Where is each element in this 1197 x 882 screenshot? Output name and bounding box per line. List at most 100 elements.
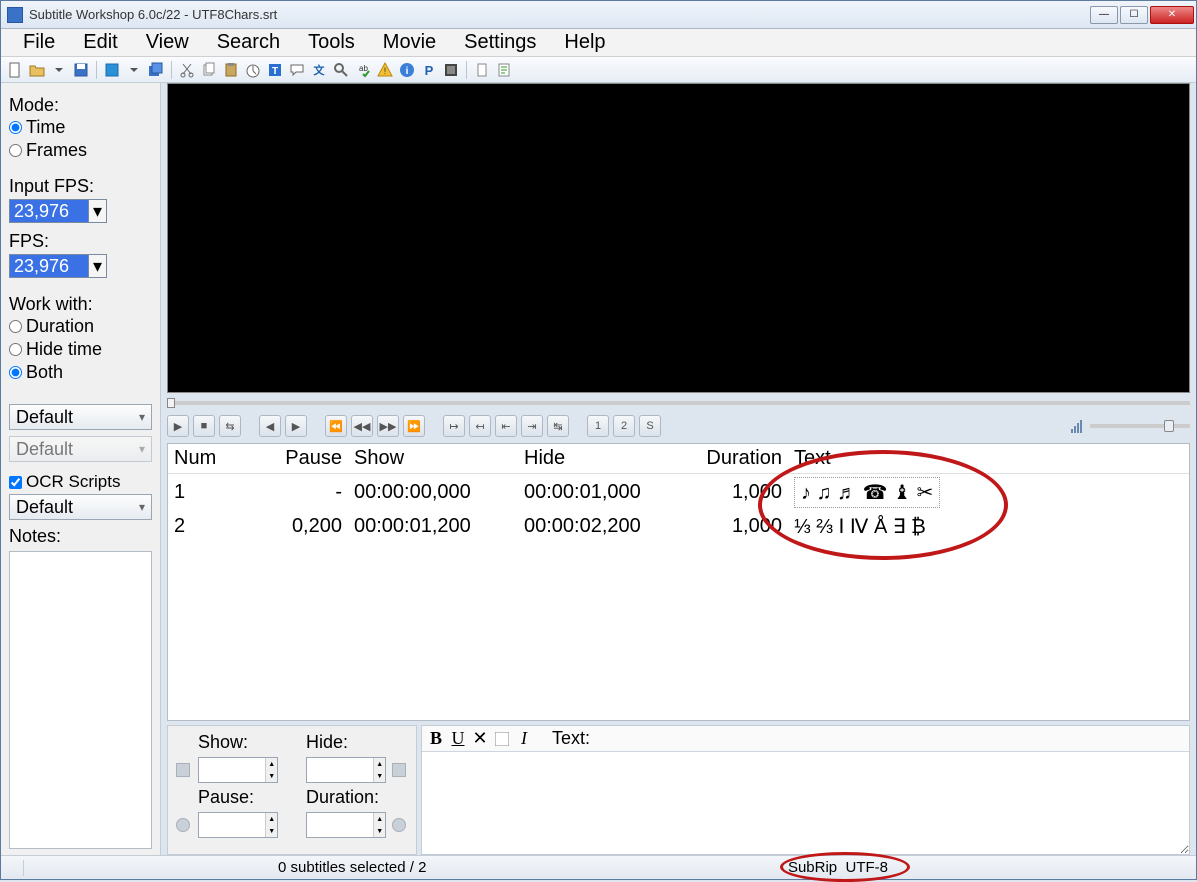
search-icon[interactable] [331, 60, 351, 80]
clipboard-icon[interactable] [472, 60, 492, 80]
player-controls: ▶ ■ ⇆ ◀ ▶ ⏪ ◀◀ ▶▶ ⏩ ↦ ↤ ⇤ ⇥ ↹ 1 2 S [167, 411, 1190, 441]
work-duration-radio[interactable]: Duration [9, 316, 152, 337]
prev-button[interactable]: ◀ [259, 415, 281, 437]
underline-button[interactable]: U [448, 729, 468, 749]
save-translate-dd-icon[interactable] [124, 60, 144, 80]
charset-combo[interactable]: Default [9, 404, 152, 430]
col-show[interactable]: Show [348, 444, 518, 474]
video-preview[interactable] [167, 83, 1190, 393]
titlebar: Subtitle Workshop 6.0c/22 - UTF8Chars.sr… [1, 1, 1196, 29]
timer-icon[interactable] [243, 60, 263, 80]
set-hide-icon[interactable] [392, 763, 406, 777]
text-textarea[interactable] [422, 752, 1189, 854]
film-icon[interactable] [441, 60, 461, 80]
sync-button[interactable]: S [639, 415, 661, 437]
col-hide[interactable]: Hide [518, 444, 688, 474]
next-button[interactable]: ▶ [285, 415, 307, 437]
duration-label: Duration: [306, 787, 408, 808]
open-file-icon[interactable] [27, 60, 47, 80]
marker-a-button[interactable]: ⇤ [495, 415, 517, 437]
duration-input[interactable]: ▲▼ [306, 812, 386, 838]
status-selection: 0 subtitles selected / 2 [278, 859, 426, 876]
notes-textarea[interactable] [9, 551, 152, 849]
speech-icon[interactable] [287, 60, 307, 80]
paste-icon[interactable] [221, 60, 241, 80]
status-format: SubRip [788, 859, 837, 876]
hide-label: Hide: [306, 732, 408, 753]
save-all-icon[interactable] [146, 60, 166, 80]
menu-movie[interactable]: Movie [369, 31, 450, 54]
note-icon[interactable] [494, 60, 514, 80]
col-num[interactable]: Num [168, 444, 238, 474]
col-dur[interactable]: Duration [688, 444, 788, 474]
menu-file[interactable]: File [9, 31, 69, 54]
save-translate-icon[interactable] [102, 60, 122, 80]
menu-tools[interactable]: Tools [294, 31, 369, 54]
back-button[interactable]: ◀◀ [351, 415, 373, 437]
open-dropdown-icon[interactable] [49, 60, 69, 80]
charset-combo-2[interactable]: Default [9, 436, 152, 462]
rewind-button[interactable]: ⏪ [325, 415, 347, 437]
pascal-p-icon[interactable]: P [419, 60, 439, 80]
text-t-icon[interactable]: T [265, 60, 285, 80]
toggle-button[interactable]: ⇆ [219, 415, 241, 437]
color-button[interactable] [492, 729, 512, 749]
text-editor: B U ✕ I Text: [421, 725, 1190, 855]
mode-time-radio[interactable]: Time [9, 117, 152, 138]
ffwd-button[interactable]: ⏩ [403, 415, 425, 437]
play-button[interactable]: ▶ [167, 415, 189, 437]
input-fps-field[interactable] [9, 199, 89, 223]
mode-frames-radio[interactable]: Frames [9, 140, 152, 161]
translate-icon[interactable]: 文 [309, 60, 329, 80]
italic-button[interactable]: I [514, 729, 534, 749]
statusbar: 0 subtitles selected / 2 SubRip UTF-8 [1, 855, 1196, 879]
menu-settings[interactable]: Settings [450, 31, 550, 54]
stop-button[interactable]: ■ [193, 415, 215, 437]
maximize-button[interactable]: ☐ [1120, 6, 1148, 24]
table-row[interactable]: 1-00:00:00,00000:00:01,0001,000♪ ♫ ♬ ☎ ♝… [168, 474, 1189, 512]
close-button[interactable]: ✕ [1150, 6, 1194, 24]
menu-view[interactable]: View [132, 31, 203, 54]
ocr-combo[interactable]: Default [9, 494, 152, 520]
menu-edit[interactable]: Edit [69, 31, 131, 54]
work-both-radio[interactable]: Both [9, 362, 152, 383]
clear-button[interactable]: ✕ [470, 729, 490, 749]
minimize-button[interactable]: — [1090, 6, 1118, 24]
bold-button[interactable]: B [426, 729, 446, 749]
warning-icon[interactable]: ! [375, 60, 395, 80]
fps-field[interactable] [9, 254, 89, 278]
sync-end-button[interactable]: ↤ [469, 415, 491, 437]
spellcheck-icon[interactable]: ab [353, 60, 373, 80]
point1-button[interactable]: 1 [587, 415, 609, 437]
marker-b-button[interactable]: ⇥ [521, 415, 543, 437]
fwd-button[interactable]: ▶▶ [377, 415, 399, 437]
copy-icon[interactable] [199, 60, 219, 80]
status-encoding: UTF-8 [846, 859, 889, 876]
save-icon[interactable] [71, 60, 91, 80]
col-pause[interactable]: Pause [238, 444, 348, 474]
info-icon[interactable]: i [397, 60, 417, 80]
menu-help[interactable]: Help [550, 31, 619, 54]
ocr-checkbox[interactable]: OCR Scripts [9, 472, 152, 492]
clock-pause-icon[interactable] [176, 818, 190, 832]
table-row[interactable]: 20,20000:00:01,20000:00:02,2001,000⅓ ⅔ Ⅰ… [168, 511, 1189, 542]
volume-slider[interactable] [1090, 424, 1190, 428]
clock-dur-icon[interactable] [392, 818, 406, 832]
work-hide-radio[interactable]: Hide time [9, 339, 152, 360]
seekbar[interactable] [167, 397, 1190, 409]
sync-start-button[interactable]: ↦ [443, 415, 465, 437]
set-show-icon[interactable] [176, 763, 190, 777]
cut-icon[interactable] [177, 60, 197, 80]
menu-search[interactable]: Search [203, 31, 294, 54]
show-input[interactable]: ▲▼ [198, 757, 278, 783]
marker-c-button[interactable]: ↹ [547, 415, 569, 437]
point2-button[interactable]: 2 [613, 415, 635, 437]
col-text[interactable]: Text [788, 444, 1189, 474]
subtitle-grid[interactable]: Num Pause Show Hide Duration Text 1-00:0… [167, 443, 1190, 721]
input-fps-dropdown[interactable]: ▾ [89, 199, 107, 223]
hide-input[interactable]: ▲▼ [306, 757, 386, 783]
pause-input[interactable]: ▲▼ [198, 812, 278, 838]
fps-dropdown[interactable]: ▾ [89, 254, 107, 278]
new-file-icon[interactable] [5, 60, 25, 80]
time-fields: Show: Hide: ▲▼ ▲▼ Pause: Duration: ▲▼ ▲▼ [167, 725, 417, 855]
